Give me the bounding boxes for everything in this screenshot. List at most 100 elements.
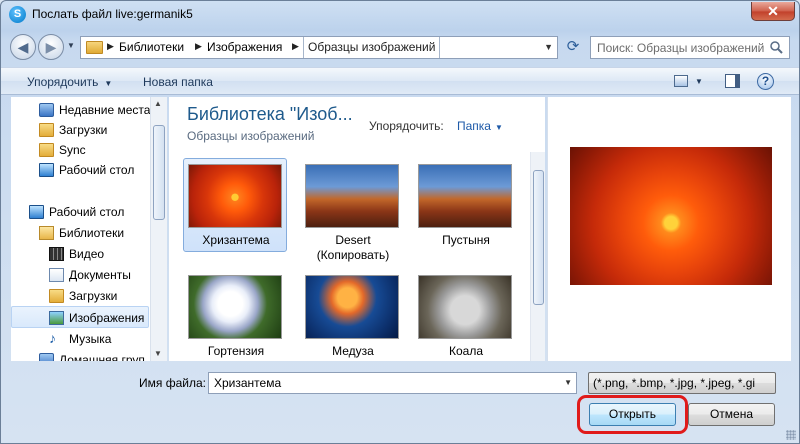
- preview-pane-icon[interactable]: [725, 74, 740, 88]
- search-input[interactable]: Поиск: Образцы изображений: [590, 36, 790, 59]
- file-label: Медуза: [332, 344, 374, 358]
- sidebar-item-downloads[interactable]: Загрузки: [11, 119, 151, 141]
- file-list-scrollbar[interactable]: [530, 152, 545, 361]
- resize-grip[interactable]: [786, 430, 796, 440]
- search-icon: [770, 41, 783, 54]
- music-library-icon: ♪: [49, 330, 56, 346]
- cancel-button[interactable]: Отмена: [688, 403, 775, 426]
- sidebar-item-label: Загрузки: [69, 289, 118, 303]
- close-button[interactable]: ✕: [751, 2, 795, 21]
- file-item-jellyfish[interactable]: Медуза: [300, 269, 404, 363]
- sidebar-item-label: Домашняя груп: [59, 353, 145, 361]
- recent-pages-dropdown[interactable]: ▼: [67, 41, 75, 50]
- downloads-folder-icon: [39, 123, 54, 137]
- library-title: Библиотека "Изоб...: [187, 104, 353, 124]
- chevron-right-icon: ▶: [195, 41, 202, 51]
- sidebar-item-documents[interactable]: Документы: [11, 264, 151, 286]
- file-item-desert-copy[interactable]: Desert (Копировать): [300, 158, 404, 262]
- file-item-hydrangea[interactable]: Гортензия: [183, 269, 287, 363]
- address-dropdown[interactable]: ▼: [544, 42, 553, 52]
- sidebar-item-desktop-favorite[interactable]: Рабочий стол: [11, 159, 151, 181]
- thumbnail-image: [305, 275, 399, 339]
- breadcrumb[interactable]: ▶ Библиотеки ▶ Изображения ▶ Образцы изо…: [80, 36, 558, 59]
- chevron-down-icon: ▼: [494, 123, 503, 132]
- file-item-koala[interactable]: Коала: [413, 269, 517, 363]
- title-bar: S Послать файл live:germanik5 ✕: [1, 1, 799, 29]
- back-button[interactable]: ◀: [10, 34, 36, 60]
- navigation-scrollbar[interactable]: ▲ ▼: [150, 97, 167, 361]
- thumbnail-image: [188, 164, 282, 228]
- file-label: Desert (Копировать): [316, 233, 390, 262]
- organize-label: Упорядочить: [27, 75, 99, 89]
- arrange-by-label: Упорядочить:: [369, 119, 444, 133]
- preview-pane: [547, 97, 791, 361]
- file-list-pane: Библиотека "Изоб... Образцы изображений …: [169, 97, 545, 361]
- scrollbar-thumb[interactable]: [533, 170, 544, 305]
- sidebar-item-desktop[interactable]: Рабочий стол: [11, 201, 151, 223]
- breadcrumb-sample-pictures[interactable]: Образцы изображений: [303, 37, 441, 58]
- sidebar-item-label: Недавние места: [59, 103, 151, 117]
- sidebar-item-video[interactable]: Видео: [11, 243, 151, 265]
- sidebar-item-label: Рабочий стол: [49, 205, 125, 219]
- breadcrumb-pictures[interactable]: Изображения: [207, 40, 282, 54]
- sidebar-item-homegroup[interactable]: Домашняя груп: [11, 349, 151, 361]
- sidebar-item-label: Изображения: [69, 311, 145, 325]
- arrange-by-dropdown[interactable]: Папка ▼: [457, 119, 503, 133]
- refresh-button[interactable]: ⟳: [561, 37, 585, 58]
- window-title: Послать файл live:germanik5: [32, 7, 193, 21]
- thumbnail-image: [418, 164, 512, 228]
- scroll-down-icon[interactable]: ▼: [154, 349, 162, 358]
- sidebar-item-label: Музыка: [69, 332, 112, 346]
- new-folder-button[interactable]: Новая папка: [143, 75, 213, 89]
- forward-button[interactable]: ▶: [38, 34, 64, 60]
- chevron-right-icon: ▶: [107, 41, 114, 51]
- pictures-library-icon: [49, 311, 64, 325]
- file-item-desert[interactable]: Пустыня: [413, 158, 517, 252]
- thumbnail-image: [188, 275, 282, 339]
- sidebar-item-label: Библиотеки: [59, 226, 125, 240]
- file-type-value: (*.png, *.bmp, *.jpg, *.jpeg, *.gi: [593, 376, 756, 390]
- sidebar-item-music[interactable]: ♪ Музыка: [11, 328, 151, 350]
- change-view-icon[interactable]: [674, 75, 688, 87]
- view-options-dropdown[interactable]: ▼: [695, 77, 703, 86]
- sidebar-item-recent-places[interactable]: Недавние места: [11, 99, 151, 121]
- library-subtitle: Образцы изображений: [187, 129, 315, 143]
- folder-icon: [86, 41, 103, 54]
- file-item-chrysanthemum[interactable]: Хризантема: [183, 158, 287, 252]
- sidebar-item-label: Загрузки: [59, 123, 108, 137]
- video-library-icon: [49, 247, 64, 261]
- scroll-up-icon[interactable]: ▲: [154, 99, 162, 108]
- sidebar-item-libraries[interactable]: Библиотеки: [11, 222, 151, 244]
- thumbnail-image: [418, 275, 512, 339]
- scrollbar-thumb[interactable]: [153, 125, 165, 220]
- sidebar-item-downloads-lib[interactable]: Загрузки: [11, 285, 151, 307]
- sidebar-item-pictures[interactable]: Изображения: [11, 306, 149, 328]
- thumbnail-image: [305, 164, 399, 228]
- homegroup-icon: [39, 353, 54, 361]
- open-button[interactable]: Открыть: [589, 403, 676, 426]
- sidebar-item-label: Документы: [69, 268, 131, 282]
- command-bar: Упорядочить ▼ Новая папка ▼ ?: [1, 67, 799, 95]
- downloads-folder-icon: [49, 289, 64, 303]
- chevron-down-icon[interactable]: ▼: [564, 378, 572, 387]
- sidebar-item-label: Видео: [69, 247, 105, 261]
- desktop-icon: [39, 163, 54, 177]
- organize-menu[interactable]: Упорядочить ▼: [27, 75, 112, 89]
- libraries-icon: [39, 226, 54, 240]
- file-label: Гортензия: [207, 344, 265, 358]
- chevron-right-icon: ▶: [292, 41, 299, 51]
- recent-places-icon: [39, 103, 54, 117]
- file-type-select[interactable]: (*.png, *.bmp, *.jpg, *.jpeg, *.gi: [588, 372, 776, 394]
- sidebar-item-sync[interactable]: Sync: [11, 139, 151, 161]
- documents-library-icon: [49, 268, 64, 282]
- filename-field[interactable]: Хризантема ▼: [208, 372, 577, 394]
- desktop-icon: [29, 205, 44, 219]
- file-label: Коала: [448, 344, 483, 358]
- preview-image: [570, 147, 772, 285]
- navigation-pane: Недавние места Загрузки Sync Рабочий сто…: [11, 97, 166, 361]
- filename-label: Имя файла:: [139, 376, 206, 390]
- chevron-down-icon: ▼: [104, 79, 113, 88]
- arrange-by-value: Папка: [457, 119, 491, 133]
- help-icon[interactable]: ?: [757, 73, 774, 90]
- breadcrumb-libraries[interactable]: Библиотеки: [119, 40, 184, 54]
